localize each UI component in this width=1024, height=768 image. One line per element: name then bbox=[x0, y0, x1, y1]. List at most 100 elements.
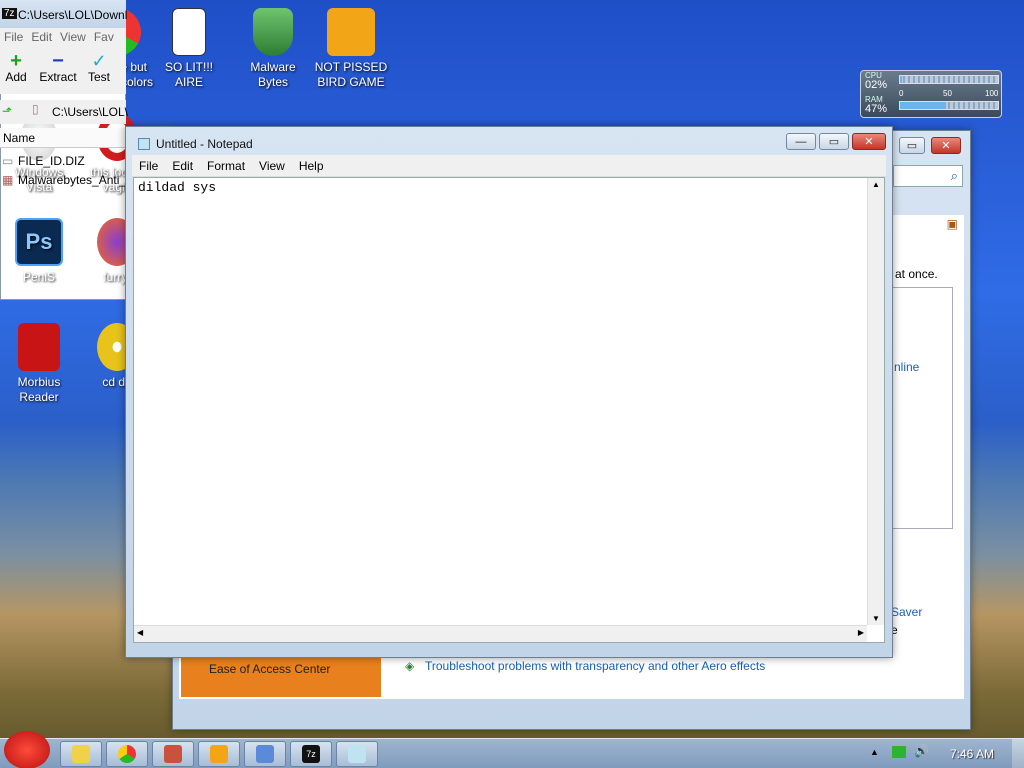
desktop-icon-bird-game[interactable]: NOT PISSED BIRD GAME bbox=[312, 8, 390, 90]
show-desktop-button[interactable] bbox=[1012, 739, 1024, 768]
saver-link[interactable]: Saver bbox=[891, 605, 922, 619]
menu-file[interactable]: File bbox=[0, 28, 27, 46]
archive-icon: ▦ bbox=[2, 173, 14, 187]
minus-icon: − bbox=[52, 50, 64, 72]
plus-icon: + bbox=[10, 50, 22, 72]
sevenzip-icon: 7z bbox=[2, 8, 17, 19]
desktop-icon-label: Malware Bytes bbox=[250, 60, 296, 89]
close-button[interactable]: ✕ bbox=[852, 133, 886, 150]
desktop-icon-label: SO LIT!!! AIRE bbox=[164, 60, 213, 89]
folder-icon: ▯ bbox=[32, 102, 39, 116]
notepad-icon bbox=[348, 745, 366, 763]
up-folder-icon[interactable]: ⬏ bbox=[2, 104, 12, 118]
add-button[interactable]: + Add bbox=[2, 50, 30, 84]
scale-50: 50 bbox=[943, 89, 952, 98]
ease-of-access-item[interactable]: Ease of Access Center bbox=[181, 655, 381, 697]
ease-of-access-label: Ease of Access Center bbox=[209, 662, 331, 676]
at-once-text: at once. bbox=[895, 267, 938, 281]
clock[interactable]: 7:46 AM bbox=[950, 747, 994, 761]
text-area[interactable]: dildad sys ▲ ▼ ◀ ▶ bbox=[133, 177, 885, 643]
cpu-value: 02% bbox=[865, 79, 888, 91]
file-name: Malwarebytes_Anti_ bbox=[18, 173, 127, 187]
menu-edit[interactable]: Edit bbox=[165, 159, 200, 173]
inner-list[interactable]: nline bbox=[891, 287, 953, 529]
desktop-icon-label: Morbius Reader bbox=[17, 375, 61, 404]
test-button[interactable]: ✓ Test bbox=[84, 52, 114, 84]
help-icon[interactable]: ▣ bbox=[947, 217, 958, 231]
photoshop-icon: Ps bbox=[15, 218, 63, 266]
maximize-button[interactable]: ▭ bbox=[819, 133, 849, 150]
scale-0: 0 bbox=[899, 89, 904, 98]
speaker-icon[interactable]: 🔊 bbox=[914, 744, 929, 758]
taskbar-bird-game[interactable] bbox=[198, 741, 240, 767]
troubleshoot-link[interactable]: Troubleshoot problems with transparency … bbox=[425, 659, 765, 673]
column-header[interactable]: Name bbox=[0, 128, 126, 148]
file-name: FILE_ID.DIZ bbox=[18, 154, 85, 168]
pdf-icon bbox=[18, 323, 60, 371]
editor-content: dildad sys bbox=[138, 180, 217, 195]
scroll-up-arrow[interactable]: ▲ bbox=[872, 180, 880, 189]
mouse-cursor-icon bbox=[60, 266, 68, 284]
menu-help[interactable]: Help bbox=[292, 159, 331, 173]
desktop-icon-solitaire[interactable]: SO LIT!!! AIRE bbox=[150, 8, 228, 90]
scroll-right-arrow[interactable]: ▶ bbox=[858, 628, 864, 637]
checkmark-icon: ✓ bbox=[91, 51, 107, 71]
scroll-left-arrow[interactable]: ◀ bbox=[137, 628, 143, 637]
battery-icon[interactable] bbox=[892, 746, 906, 758]
file-row[interactable]: ▭ FILE_ID.DIZ bbox=[0, 152, 126, 170]
cpu-bar bbox=[899, 75, 999, 84]
taskbar-chrome[interactable] bbox=[106, 741, 148, 767]
menu-view[interactable]: View bbox=[252, 159, 292, 173]
taskbar-7zip[interactable]: 7z bbox=[290, 741, 332, 767]
window-title: Untitled - Notepad bbox=[156, 137, 253, 151]
address-bar[interactable]: ⬏ ▯ C:\Users\LOL\ bbox=[0, 100, 128, 124]
menu-bar: File Edit View Fav bbox=[0, 28, 126, 46]
taskbar-media[interactable] bbox=[152, 741, 194, 767]
cpu-meter-gadget[interactable]: CPU 02% RAM 47% 0 50 100 bbox=[860, 70, 1002, 118]
scale-100: 100 bbox=[985, 89, 999, 98]
minimize-button[interactable]: — bbox=[786, 133, 816, 150]
shield-icon bbox=[253, 8, 293, 56]
menu-edit[interactable]: Edit bbox=[27, 28, 56, 46]
pig-icon bbox=[327, 8, 375, 56]
control-panel-icon bbox=[256, 745, 274, 763]
ram-bar bbox=[899, 101, 999, 110]
title-bar: 7z C:\Users\LOL\Downl bbox=[0, 0, 128, 28]
horizontal-scrollbar[interactable]: ◀ ▶ bbox=[134, 625, 867, 642]
menu-view[interactable]: View bbox=[56, 28, 90, 46]
shield-icon: ◈ bbox=[405, 659, 415, 673]
chrome-icon bbox=[118, 745, 136, 763]
taskbar-control-panel[interactable] bbox=[244, 741, 286, 767]
taskbar-explorer[interactable] bbox=[60, 741, 102, 767]
close-button[interactable]: ✕ bbox=[931, 137, 961, 154]
maximize-button[interactable]: ▭ bbox=[899, 137, 925, 154]
notepad-window[interactable]: Untitled - Notepad — ▭ ✕ File Edit Forma… bbox=[125, 126, 893, 658]
notepad-icon bbox=[138, 138, 150, 150]
desktop-icon-malwarebytes[interactable]: Malware Bytes bbox=[234, 8, 312, 90]
folder-icon bbox=[72, 745, 90, 763]
pig-icon bbox=[210, 745, 228, 763]
vertical-scrollbar[interactable]: ▲ ▼ bbox=[867, 178, 884, 625]
taskbar: 7z ▲ 🔊 7:46 AM bbox=[0, 731, 1024, 768]
sevenzip-icon: 7z bbox=[302, 745, 320, 763]
search-icon: ⌕ bbox=[950, 168, 958, 183]
file-icon: ▭ bbox=[2, 154, 14, 168]
menu-bar: File Edit Format View Help bbox=[132, 155, 886, 177]
online-link[interactable]: nline bbox=[894, 360, 919, 374]
show-hidden-icons-icon[interactable]: ▲ bbox=[870, 747, 879, 757]
menu-favorites[interactable]: Fav bbox=[90, 28, 118, 46]
taskbar-notepad[interactable] bbox=[336, 741, 378, 767]
ram-value: 47% bbox=[865, 103, 888, 115]
menu-format[interactable]: Format bbox=[200, 159, 252, 173]
window-title: C:\Users\LOL\Downl bbox=[18, 8, 128, 22]
desktop-icon-pdf-reader[interactable]: Morbius Reader bbox=[0, 323, 78, 405]
file-row[interactable]: ▦ Malwarebytes_Anti_ bbox=[0, 171, 126, 189]
menu-file[interactable]: File bbox=[132, 159, 165, 173]
media-icon bbox=[164, 745, 182, 763]
extract-button[interactable]: − Extract bbox=[36, 50, 80, 84]
scroll-down-arrow[interactable]: ▼ bbox=[872, 614, 880, 623]
toolbar: + Add − Extract ✓ Test bbox=[0, 46, 126, 94]
start-button[interactable] bbox=[4, 731, 50, 768]
search-box[interactable]: ⌕ bbox=[893, 165, 963, 187]
desktop-icon-label: NOT PISSED BIRD GAME bbox=[314, 60, 388, 89]
